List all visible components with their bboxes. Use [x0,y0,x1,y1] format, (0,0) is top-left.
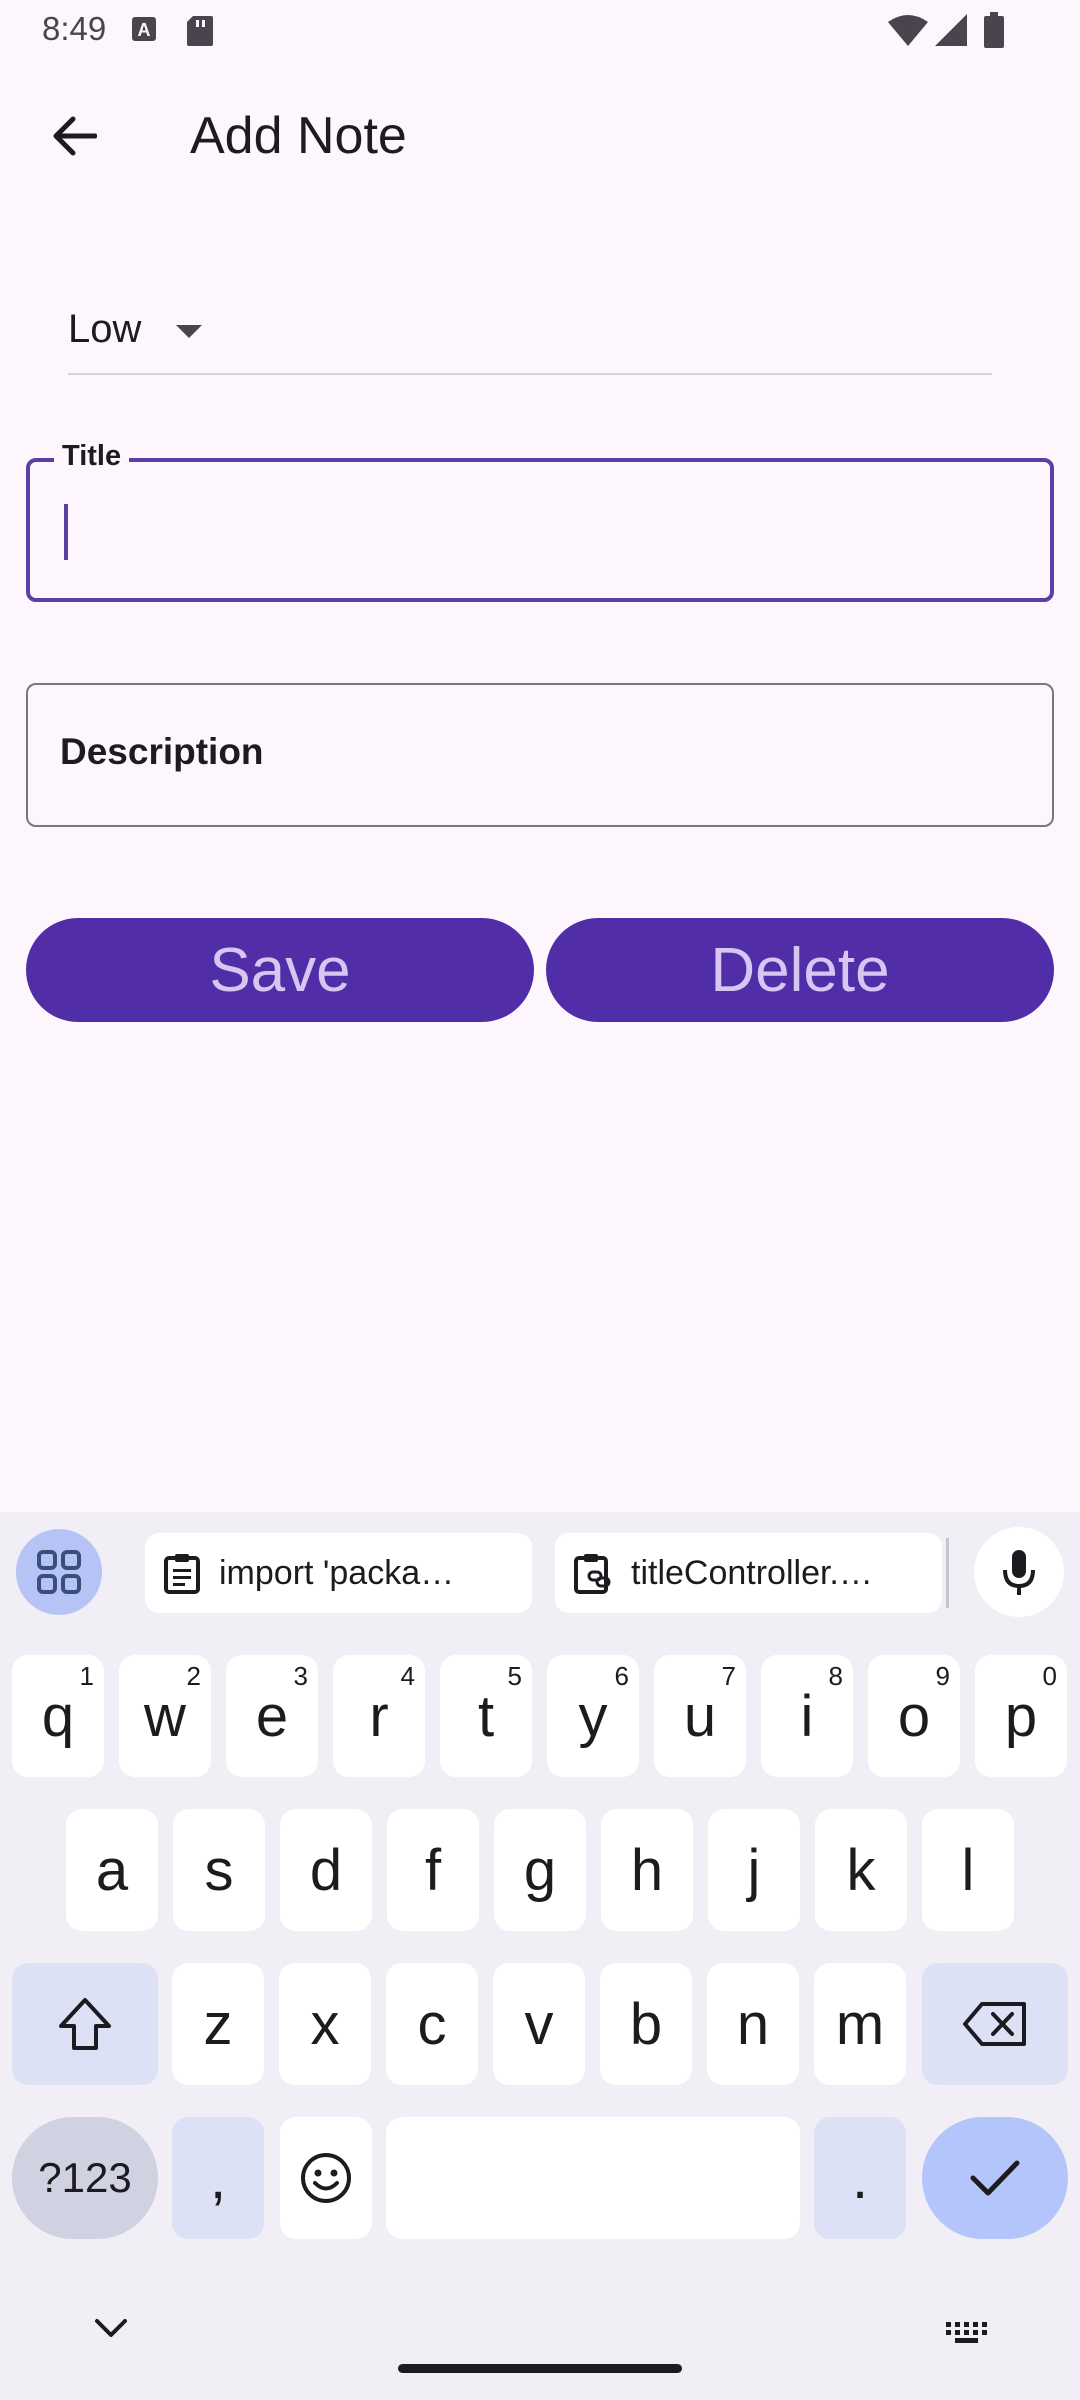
delete-button[interactable]: Delete [546,918,1054,1022]
description-input[interactable]: Description [26,683,1054,827]
chevron-down-icon [95,2319,127,2337]
page-title: Add Note [190,107,407,165]
keyboard-apps-button[interactable] [16,1529,102,1615]
key-hint: 3 [293,1661,308,1691]
key-u[interactable]: u7 [654,1655,746,1777]
key-hint: 6 [614,1661,629,1691]
status-bar: 8:49 A [0,0,1080,64]
clipboard-suggestion[interactable]: titleController.… [555,1533,942,1613]
key-t[interactable]: t5 [440,1655,532,1777]
key-label: q [41,1683,75,1749]
key-p[interactable]: p0 [975,1655,1067,1777]
key-n[interactable]: n [707,1963,799,2085]
priority-dropdown[interactable]: Low [68,295,992,375]
voice-input-button[interactable] [974,1527,1064,1617]
microphone-icon [1003,1550,1035,1595]
sd-card-icon [187,16,213,51]
key-label: e [255,1683,289,1749]
clipboard-icon [164,1554,200,1594]
comma-key[interactable]: , [172,2117,264,2239]
key-label: r [369,1683,389,1749]
text-cursor [64,504,68,560]
emoji-icon [301,2153,351,2203]
key-r[interactable]: r4 [333,1655,425,1777]
key-b[interactable]: b [600,1963,692,2085]
symbols-key[interactable]: ?123 [12,2117,158,2239]
shift-icon [59,1998,111,2050]
priority-selected-value: Low [68,307,142,351]
clipboard-suggestion-text: titleController.… [631,1553,873,1592]
key-hint: 0 [1042,1661,1057,1691]
key-label: y [578,1683,608,1749]
shift-key[interactable] [12,1963,158,2085]
key-label: p [1004,1683,1038,1749]
key-k[interactable]: k [815,1809,907,1931]
hide-keyboard-button[interactable] [92,2316,130,2345]
key-c[interactable]: c [386,1963,478,2085]
key-label: w [144,1683,186,1749]
key-m[interactable]: m [814,1963,906,2085]
key-o[interactable]: o9 [868,1655,960,1777]
back-button[interactable] [38,100,110,172]
backspace-key[interactable] [922,1963,1068,2085]
keyboard-switch-button[interactable] [946,2322,990,2349]
key-x[interactable]: x [279,1963,371,2085]
divider [946,1538,949,1608]
key-label: t [477,1683,495,1749]
key-hint: 7 [721,1661,736,1691]
title-label: Title [54,440,130,473]
status-time: 8:49 [42,10,107,47]
clipboard-link-icon [574,1554,611,1594]
key-e[interactable]: e3 [226,1655,318,1777]
key-hint: 2 [186,1661,201,1691]
period-key[interactable]: . [814,2117,906,2239]
key-j[interactable]: j [708,1809,800,1931]
grid-icon [37,1550,81,1594]
svg-text:A: A [138,20,151,40]
home-indicator[interactable] [398,2364,682,2373]
clipboard-suggestion-text: import 'packa… [219,1553,455,1592]
enter-key[interactable] [922,2117,1068,2239]
space-key[interactable] [386,2117,800,2239]
backspace-icon [963,2002,1026,2046]
key-label: o [897,1683,931,1749]
signal-icon [935,14,967,51]
dropdown-arrow-icon [176,325,202,338]
key-hint: 5 [507,1661,522,1691]
save-button[interactable]: Save [26,918,534,1022]
key-f[interactable]: f [387,1809,479,1931]
key-label: u [683,1683,717,1749]
soft-keyboard: import 'packa… titleController.… [0,1512,1080,2400]
key-l[interactable]: l [922,1809,1014,1931]
key-h[interactable]: h [601,1809,693,1931]
key-y[interactable]: y6 [547,1655,639,1777]
key-d[interactable]: d [280,1809,372,1931]
arrow-back-icon [53,116,97,156]
key-w[interactable]: w2 [119,1655,211,1777]
key-hint: 1 [79,1661,94,1691]
battery-icon [984,12,1004,53]
key-label: i [800,1683,814,1749]
checkmark-icon [970,2160,1020,2196]
key-hint: 4 [400,1661,415,1691]
title-input[interactable]: Title [26,440,1054,602]
key-z[interactable]: z [172,1963,264,2085]
key-s[interactable]: s [173,1809,265,1931]
font-a-icon: A [131,16,157,47]
wifi-icon [888,14,928,51]
key-hint: 8 [828,1661,843,1691]
key-a[interactable]: a [66,1809,158,1931]
key-v[interactable]: v [493,1963,585,2085]
keyboard-icon [946,2322,987,2343]
clipboard-suggestion[interactable]: import 'packa… [145,1533,532,1613]
key-i[interactable]: i8 [761,1655,853,1777]
key-q[interactable]: q1 [12,1655,104,1777]
key-g[interactable]: g [494,1809,586,1931]
description-label: Description [60,731,264,772]
key-hint: 9 [935,1661,950,1691]
emoji-key[interactable] [280,2117,372,2239]
